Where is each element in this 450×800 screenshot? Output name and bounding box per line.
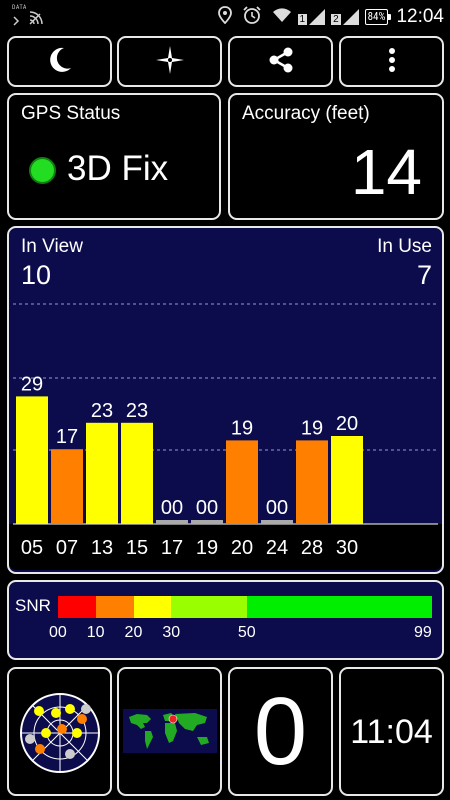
overflow-menu-button[interactable] <box>339 36 444 87</box>
overflow-menu-icon <box>388 47 396 77</box>
satellite-prn-label: 20 <box>231 537 253 559</box>
speed-tile[interactable]: 0 <box>228 667 333 796</box>
signal-sim1-icon: 1 <box>297 8 326 25</box>
accuracy-title: Accuracy (feet) <box>242 103 370 124</box>
in-use-value: 7 <box>416 260 432 290</box>
satellite-prn-label: 13 <box>91 537 113 559</box>
snr-value-label: 20 <box>336 413 358 435</box>
battery-icon: 84% <box>364 8 392 25</box>
world-map-icon <box>123 709 217 757</box>
satellite-prn-label: 15 <box>126 537 148 559</box>
snr-bar-05 <box>16 396 48 524</box>
gps-status-title: GPS Status <box>21 103 121 124</box>
snr-tick-label: 10 <box>86 624 105 641</box>
snr-bar-17 <box>156 520 188 524</box>
night-mode-button[interactable] <box>7 36 112 87</box>
satellite-prn-label: 17 <box>161 537 183 559</box>
snr-value-label: 00 <box>196 497 218 519</box>
wifi-icon <box>272 7 292 27</box>
snr-value-label: 19 <box>301 417 323 439</box>
status-clock: 12:04 <box>396 5 444 27</box>
gps-time-value: 11:04 <box>350 713 433 751</box>
satellite-prn-label: 30 <box>336 537 358 559</box>
satellite-prn-label: 05 <box>21 537 43 559</box>
snr-value-label: 00 <box>266 497 288 519</box>
compass-icon <box>155 45 185 79</box>
status-bar: DATA 1 2 84% 12:04 <box>0 0 450 33</box>
snr-bar-28 <box>296 440 328 524</box>
snr-tick-label: 30 <box>162 624 181 641</box>
in-view-value: 10 <box>21 260 52 290</box>
snr-bar-15 <box>121 422 153 524</box>
accuracy-panel[interactable]: Accuracy (feet) 14 <box>228 93 444 220</box>
in-use-label: In Use <box>377 236 432 257</box>
in-view-label: In View <box>21 236 83 257</box>
satellite-prn-label: 28 <box>301 537 323 559</box>
data-indicator: DATA <box>12 4 27 11</box>
wifi-calling-icon <box>12 11 62 31</box>
snr-bar-24 <box>261 520 293 524</box>
snr-bar-19 <box>191 520 223 524</box>
alarm-icon <box>242 5 262 29</box>
compass-button[interactable] <box>117 36 222 87</box>
speed-value: 0 <box>253 678 308 785</box>
fix-status-text: 3D Fix <box>67 149 169 188</box>
snr-tick-label: 99 <box>414 624 432 641</box>
sky-radar-icon <box>18 691 102 779</box>
share-button[interactable] <box>228 36 333 87</box>
satellite-signal-panel[interactable]: 29 05 17 07 23 13 23 15 00 17 00 19 19 20 00 24 19 28 20 30… <box>7 226 444 574</box>
snr-value-label: 00 <box>161 497 183 519</box>
snr-legend-panel: SNR 00 10 20 30 50 99 <box>7 580 444 660</box>
snr-tick-label: 20 <box>124 624 143 641</box>
accuracy-value: 14 <box>350 136 422 208</box>
snr-scale-segment <box>171 596 247 618</box>
moon-icon <box>47 46 73 78</box>
satellite-prn-label: 24 <box>266 537 288 559</box>
time-tile[interactable]: 11:04 <box>339 667 444 796</box>
snr-scale-segment <box>58 596 96 618</box>
gps-status-panel[interactable]: GPS Status 3D Fix <box>7 93 221 220</box>
snr-bar-07 <box>51 449 83 524</box>
snr-value-label: 17 <box>56 426 78 448</box>
snr-bar-20 <box>226 440 258 524</box>
snr-bar-30 <box>331 436 363 524</box>
snr-value-label: 23 <box>91 400 113 422</box>
snr-scale-segment <box>133 596 172 618</box>
sky-radar-tile[interactable] <box>7 667 112 796</box>
snr-tick-label: 00 <box>49 624 67 641</box>
signal-sim2-icon: 2 <box>331 8 359 25</box>
snr-value-label: 29 <box>21 373 43 395</box>
snr-color-scale <box>58 596 432 618</box>
fix-indicator-icon <box>29 157 56 184</box>
snr-bar-13 <box>86 422 118 524</box>
snr-value-label: 23 <box>126 400 148 422</box>
snr-label: SNR <box>15 596 51 615</box>
satellite-prn-label: 19 <box>196 537 218 559</box>
snr-value-label: 19 <box>231 417 253 439</box>
satellite-snr-chart: 29 05 17 07 23 13 23 15 00 17 00 19 19 20 00 24 19 28 20 30 <box>13 303 438 559</box>
world-map-tile[interactable] <box>117 667 222 796</box>
snr-tick-label: 50 <box>237 624 256 641</box>
snr-scale-segment <box>95 596 134 618</box>
location-icon <box>217 5 232 28</box>
share-icon <box>267 46 295 78</box>
satellite-prn-label: 07 <box>56 537 78 559</box>
snr-scale-segment <box>246 596 432 618</box>
